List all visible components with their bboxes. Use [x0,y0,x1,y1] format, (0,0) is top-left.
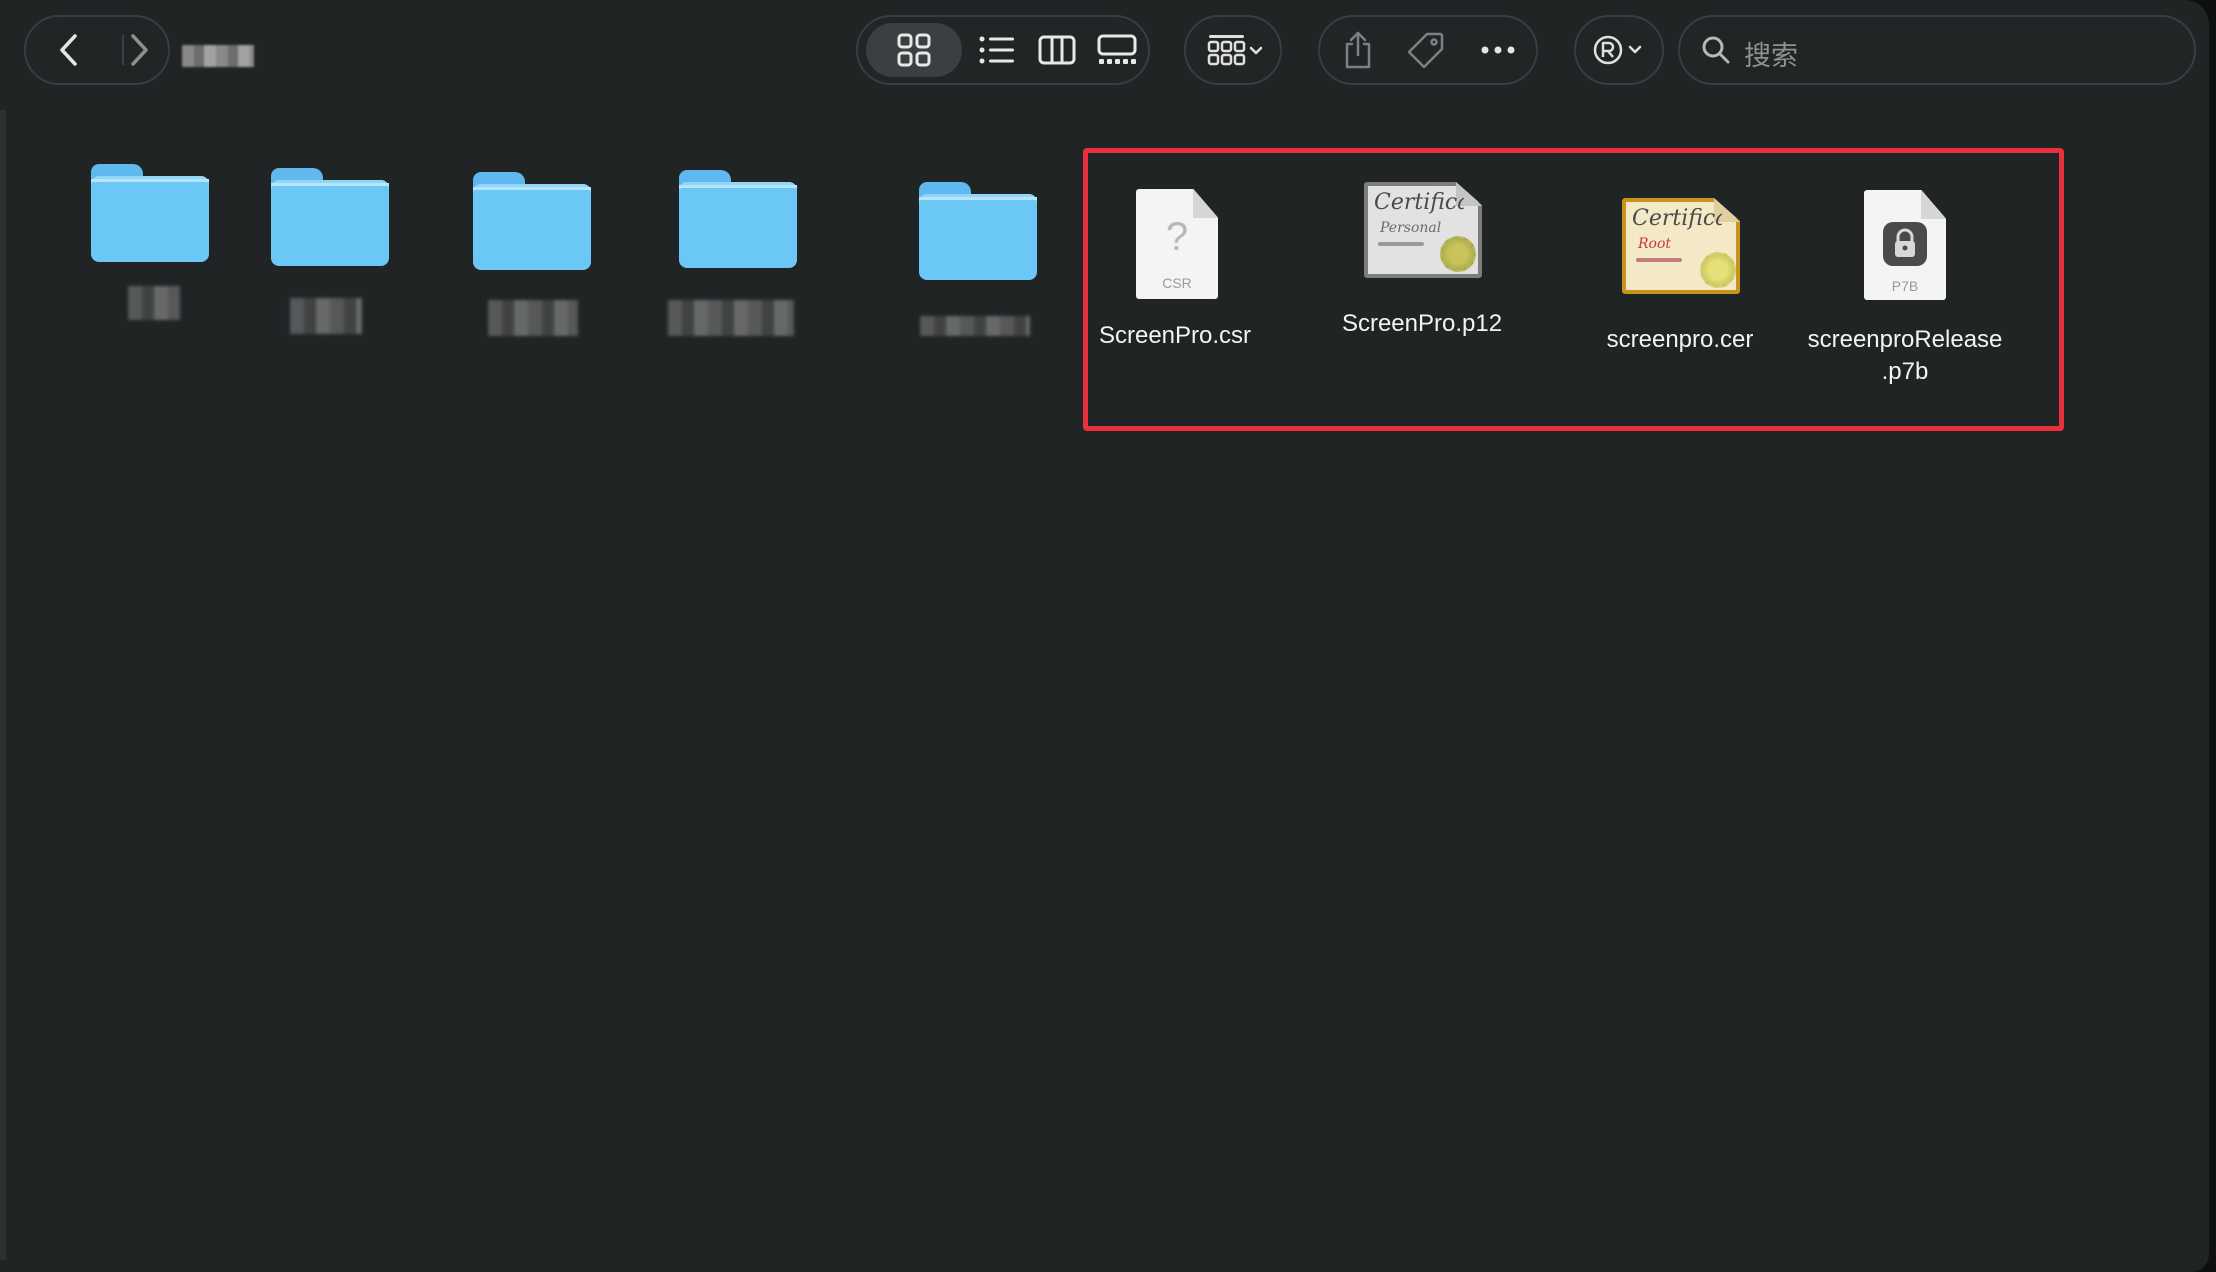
folder-item[interactable] [270,166,390,336]
view-switcher [856,15,1150,85]
chevron-left-icon [59,33,79,67]
registered-icon [1592,33,1648,67]
file-ext-label: CSR [1162,275,1192,291]
personal-certificate-icon: Certifica Personal [1364,182,1482,280]
group-by-icon [1207,33,1265,67]
file-item-cer[interactable]: Certifica Root screenpro.cer [1590,196,1770,356]
forward-button[interactable] [110,17,168,83]
folder-icon [679,170,797,268]
window-title-path [182,45,254,67]
redacted-folder-name [920,316,1030,336]
folder-icon [473,172,591,270]
chevron-right-icon [129,33,149,67]
navigation-buttons [24,15,170,85]
p7b-keychain-icon: P7B [1864,190,1946,300]
share-icon [1342,30,1374,70]
toolbar: 搜索 [0,0,2209,100]
redacted-folder-name [668,300,794,336]
tag-icon [1407,31,1445,69]
file-name-label-line1: screenproRelease [1807,326,2003,353]
extension-icon-wrap [1584,17,1656,83]
folder-icon [919,182,1037,280]
search-icon-wrap [1694,17,1738,83]
grid-view-icon [897,33,931,67]
back-button[interactable] [40,17,98,83]
column-view-button[interactable] [1028,17,1086,83]
gallery-view-button[interactable] [1086,17,1148,83]
ellipsis-icon [1481,46,1515,54]
window-left-edge [0,110,6,1260]
file-name-label-line2: .p7b [1881,358,1929,385]
grid-view-button[interactable] [866,17,962,83]
folder-item[interactable] [668,168,808,340]
search-icon [1701,35,1731,65]
file-name-label: screenpro.cer [1606,326,1754,353]
column-view-icon [1038,35,1076,65]
redacted-folder-name [128,286,180,320]
share-button[interactable] [1328,17,1388,83]
list-view-icon [979,35,1015,65]
redacted-folder-name [290,298,362,334]
folder-item[interactable] [90,162,210,322]
search-placeholder: 搜索 [1744,41,1798,71]
more-button[interactable] [1466,17,1530,83]
folder-icon [271,168,389,266]
file-item-p7b[interactable]: P7B screenproRelease .p7b [1800,190,2010,390]
root-certificate-icon: Certifica Root [1622,198,1740,294]
finder-window: 搜索 ? CSR ScreenPro.csr Certifica Persona… [0,0,2209,1272]
file-item-csr[interactable]: ? CSR ScreenPro.csr [1090,184,1260,354]
file-ext-label: P7B [1891,278,1919,294]
file-name-label: ScreenPro.csr [1098,322,1252,349]
extension-button[interactable] [1574,15,1664,85]
file-name-label: ScreenPro.p12 [1341,310,1503,337]
folder-item[interactable] [918,180,1038,340]
actions-group [1318,15,1538,85]
keychain-padlock-icon [1883,222,1927,266]
list-view-button[interactable] [968,17,1026,83]
folder-icon [91,164,209,262]
folder-item[interactable] [472,170,592,340]
csr-document-icon: ? CSR [1136,189,1218,299]
redacted-folder-name [488,300,578,336]
gallery-view-icon [1097,34,1137,66]
file-item-p12[interactable]: Certifica Personal ScreenPro.p12 [1330,180,1514,340]
group-by-icon-wrap [1196,17,1276,83]
group-by-button[interactable] [1184,15,1282,85]
tag-button[interactable] [1396,17,1456,83]
